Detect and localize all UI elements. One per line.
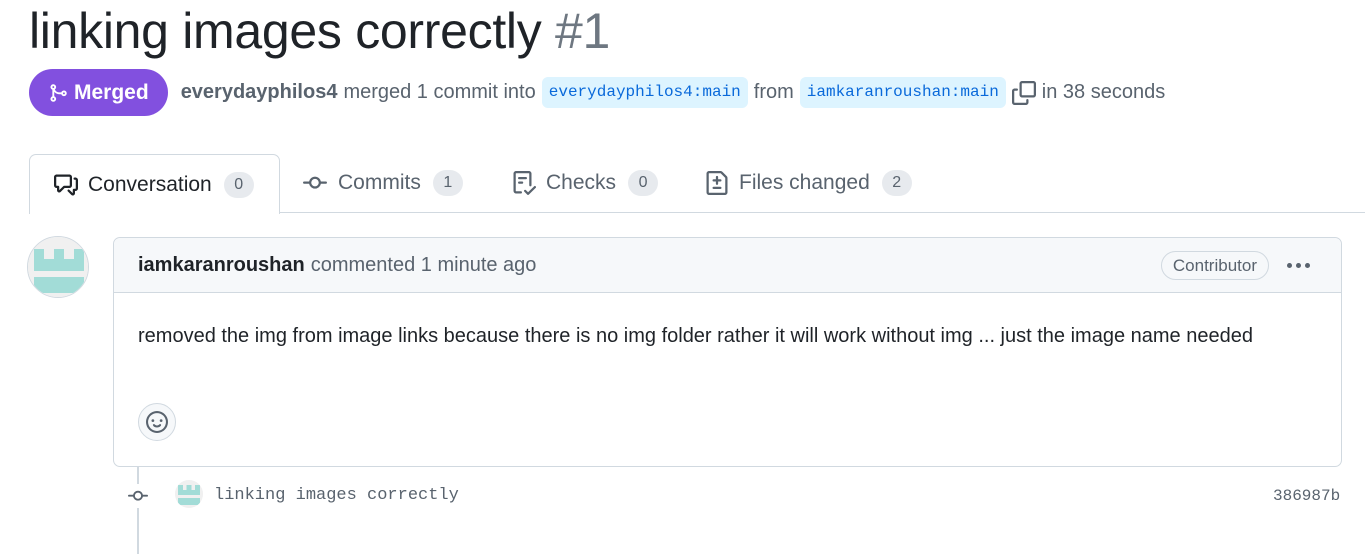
merged-status-badge: Merged: [29, 69, 168, 116]
tab-commits[interactable]: Commits 1: [302, 154, 463, 212]
merged-status-label: Merged: [74, 80, 149, 104]
merge-author-link[interactable]: everydayphilos4: [181, 81, 338, 104]
copy-icon[interactable]: [1011, 80, 1036, 105]
comment-body: removed the img from image links because…: [138, 325, 1253, 347]
tab-label: Commits: [338, 171, 421, 194]
tab-label: Files changed: [739, 171, 870, 194]
merge-text: merged 1 commit into: [343, 81, 536, 103]
head-branch-link[interactable]: iamkaranroushan:main: [799, 77, 1006, 108]
comment-author-link[interactable]: iamkaranroushan: [138, 254, 305, 277]
pr-title-text: linking images correctly: [29, 3, 542, 59]
tab-counter: 1: [432, 170, 463, 196]
checklist-icon: [513, 171, 536, 195]
git-commit-icon: [303, 176, 327, 189]
pr-meta: Merged everydayphilos4 merged 1 commit i…: [29, 69, 1165, 116]
tab-counter: 0: [628, 170, 659, 196]
kebab-menu-icon[interactable]: [1283, 253, 1313, 277]
tab-files-changed[interactable]: Files changed 2: [705, 154, 912, 212]
merge-summary: everydayphilos4 merged 1 commit into eve…: [181, 77, 1166, 108]
timeline-line: [137, 467, 139, 554]
merge-duration: in 38 seconds: [1041, 81, 1166, 103]
comment-box: iamkaranroushan commented 1 minute ago C…: [113, 237, 1342, 467]
from-text: from: [753, 81, 794, 103]
tab-label: Conversation: [88, 172, 212, 196]
git-commit-icon: [124, 484, 152, 508]
commit-message-link[interactable]: linking images correctly: [214, 486, 459, 505]
comment-discussion-icon: [54, 174, 78, 195]
tab-counter: 2: [881, 170, 912, 196]
commit-author-avatar[interactable]: [175, 480, 203, 508]
avatar[interactable]: [27, 236, 89, 298]
tab-conversation[interactable]: Conversation 0: [29, 154, 280, 214]
smiley-icon: [146, 411, 168, 433]
comment-timestamp: commented 1 minute ago: [310, 253, 537, 276]
pr-title: linking images correctly #1: [29, 2, 610, 60]
comment-header: iamkaranroushan commented 1 minute ago C…: [114, 238, 1341, 293]
file-diff-icon: [706, 171, 728, 195]
pr-number: #1: [555, 3, 611, 59]
commit-sha-link[interactable]: 386987b: [1273, 487, 1340, 505]
contributor-badge: Contributor: [1160, 251, 1269, 280]
tab-counter: 0: [223, 171, 254, 198]
tab-checks[interactable]: Checks 0: [512, 154, 659, 212]
add-reaction-button[interactable]: [138, 403, 176, 441]
git-merge-icon: [50, 83, 67, 102]
tab-label: Checks: [546, 171, 617, 194]
base-branch-link[interactable]: everydayphilos4:main: [541, 77, 748, 108]
